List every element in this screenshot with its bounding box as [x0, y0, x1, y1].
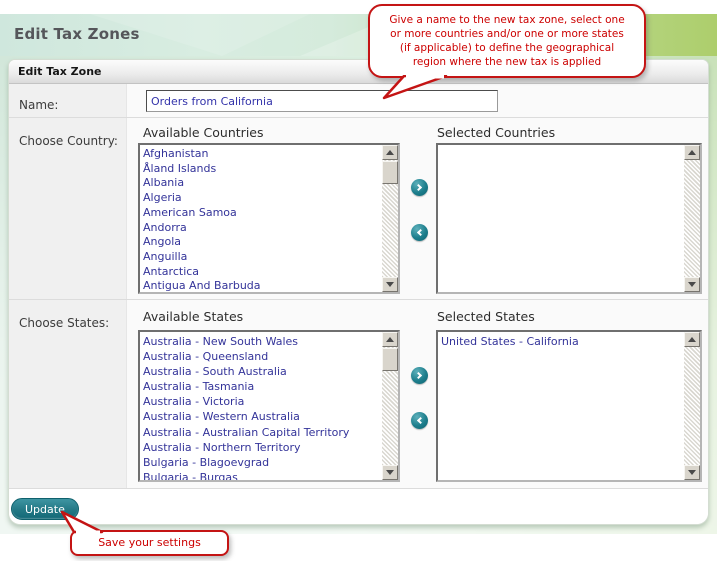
scrollbar[interactable] — [382, 145, 398, 292]
name-label: Name: — [19, 98, 58, 112]
list-item[interactable]: Anguilla — [143, 250, 381, 265]
move-state-right-button[interactable] — [411, 367, 428, 384]
scroll-up-button[interactable] — [382, 332, 398, 347]
scrollbar[interactable] — [684, 145, 700, 292]
states-content-cell: Available States Selected States Austral… — [127, 300, 708, 488]
move-state-left-button[interactable] — [411, 412, 428, 429]
scrollbar-thumb[interactable] — [382, 161, 398, 184]
chevron-right-icon — [415, 372, 422, 379]
choose-states-label-cell: Choose States: — [9, 300, 127, 488]
list-item[interactable]: Andorra — [143, 221, 381, 236]
available-states-items: Australia - New South WalesAustralia - Q… — [140, 332, 381, 480]
scroll-down-button[interactable] — [382, 277, 398, 292]
list-item[interactable]: Afghanistan — [143, 147, 381, 162]
list-item[interactable]: Antarctica — [143, 265, 381, 280]
available-countries-label: Available Countries — [143, 125, 264, 140]
list-item[interactable]: Antigua And Barbuda — [143, 279, 381, 292]
scroll-up-icon — [688, 150, 696, 155]
scroll-up-button[interactable] — [382, 145, 398, 160]
scroll-up-button[interactable] — [684, 145, 700, 160]
scroll-down-button[interactable] — [382, 465, 398, 480]
edit-tax-zone-panel: Edit Tax Zone Name: Choose Country: Avai… — [8, 59, 709, 525]
available-countries-items: AfghanistanÅland IslandsAlbaniaAlgeriaAm… — [140, 145, 381, 292]
scroll-down-icon — [688, 470, 696, 475]
list-item[interactable]: Bulgaria - Burgas — [143, 470, 381, 480]
available-countries-list[interactable]: AfghanistanÅland IslandsAlbaniaAlgeriaAm… — [138, 143, 400, 294]
available-states-list[interactable]: Australia - New South WalesAustralia - Q… — [138, 330, 400, 482]
list-item[interactable]: American Samoa — [143, 206, 381, 221]
scroll-down-icon — [386, 470, 394, 475]
list-item[interactable]: Algeria — [143, 191, 381, 206]
chevron-left-icon — [417, 229, 424, 236]
list-item[interactable]: Australia - Queensland — [143, 349, 381, 364]
section-title: Edit Tax Zone — [18, 65, 102, 78]
chevron-right-icon — [415, 184, 422, 191]
name-label-cell: Name: — [9, 84, 127, 117]
selected-states-items: United States - California — [438, 332, 683, 480]
choose-states-label: Choose States: — [19, 316, 109, 330]
scroll-up-icon — [386, 150, 394, 155]
selected-countries-list[interactable] — [436, 143, 702, 294]
scroll-down-icon — [386, 282, 394, 287]
move-country-left-button[interactable] — [411, 224, 428, 241]
name-row: Name: — [9, 84, 708, 118]
selected-countries-items — [438, 145, 683, 292]
list-item[interactable]: Australia - Victoria — [143, 394, 381, 409]
choose-country-label-cell: Choose Country: — [9, 118, 127, 299]
edit-tax-zones-screen: Edit Tax Zones Edit Tax Zone Name: Choos… — [0, 0, 717, 561]
scroll-down-icon — [688, 282, 696, 287]
callout-tail — [54, 510, 114, 534]
selected-states-list[interactable]: United States - California — [436, 330, 702, 482]
tax-zone-help-callout: Give a name to the new tax zone, select … — [368, 4, 646, 78]
choose-country-row: Choose Country: Available Countries Sele… — [9, 118, 708, 300]
move-country-right-button[interactable] — [411, 179, 428, 196]
list-item[interactable]: Australia - Northern Territory — [143, 440, 381, 455]
list-item[interactable]: Australia - Australian Capital Territory — [143, 425, 381, 440]
list-item[interactable]: Australia - South Australia — [143, 364, 381, 379]
available-states-label: Available States — [143, 309, 243, 324]
scroll-down-button[interactable] — [684, 465, 700, 480]
list-item[interactable]: Australia - New South Wales — [143, 334, 381, 349]
list-item[interactable]: Åland Islands — [143, 162, 381, 177]
scrollbar[interactable] — [382, 332, 398, 480]
list-item[interactable]: Bulgaria - Blagoevgrad — [143, 455, 381, 470]
scroll-down-button[interactable] — [684, 277, 700, 292]
list-item[interactable]: Albania — [143, 176, 381, 191]
chevron-left-icon — [417, 417, 424, 424]
scroll-up-button[interactable] — [684, 332, 700, 347]
scroll-up-icon — [688, 337, 696, 342]
list-item[interactable]: Australia - Tasmania — [143, 379, 381, 394]
list-item[interactable]: United States - California — [441, 334, 683, 349]
choose-states-row: Choose States: Available States Selected… — [9, 300, 708, 489]
list-item[interactable]: Australia - Western Australia — [143, 409, 381, 424]
selected-countries-label: Selected Countries — [437, 125, 555, 140]
list-item[interactable]: Angola — [143, 235, 381, 250]
scroll-up-icon — [386, 337, 394, 342]
scrollbar[interactable] — [684, 332, 700, 480]
selected-states-label: Selected States — [437, 309, 535, 324]
page-title: Edit Tax Zones — [14, 25, 140, 43]
scrollbar-thumb[interactable] — [382, 348, 398, 371]
callout-tail — [380, 75, 452, 101]
choose-country-label: Choose Country: — [19, 134, 118, 148]
country-content-cell: Available Countries Selected Countries A… — [127, 118, 708, 299]
